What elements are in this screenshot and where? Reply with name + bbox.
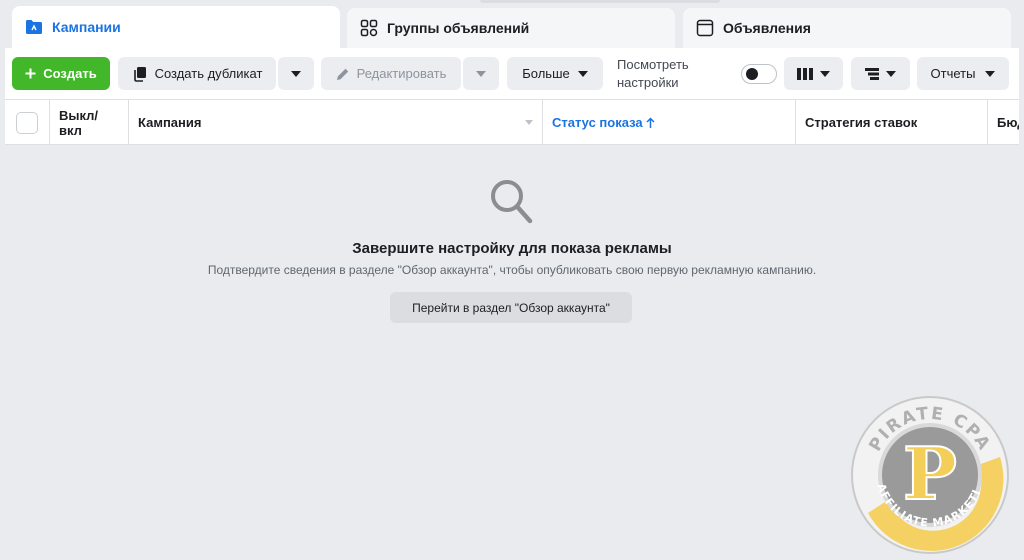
- columns-icon: [797, 67, 813, 80]
- duplicate-dropdown-button[interactable]: [278, 57, 314, 90]
- svg-text:P: P: [903, 431, 957, 516]
- duplicate-icon: [132, 66, 148, 82]
- toolbar: Создать Создать дубликат Редактировать Б…: [5, 48, 1019, 100]
- chevron-down-icon: [291, 70, 301, 77]
- grid-icon: [359, 18, 379, 38]
- view-settings-label: Посмотреть настройки: [617, 57, 689, 90]
- chevron-down-icon: [985, 70, 996, 77]
- tab-label: Группы объявлений: [387, 20, 530, 36]
- empty-state-description: Подтвердите сведения в разделе "Обзор ак…: [207, 263, 817, 277]
- edit-label: Редактировать: [356, 66, 447, 81]
- column-header-label: Бюд: [997, 115, 1019, 130]
- tab-label: Кампании: [52, 19, 121, 35]
- select-all-checkbox[interactable]: [16, 111, 38, 134]
- column-header-label: Стратегия ставок: [805, 115, 918, 130]
- empty-state-title: Завершите настройку для показа рекламы: [352, 240, 672, 257]
- column-header-label: Выкл/ вкл: [59, 107, 99, 138]
- chevron-down-icon: [577, 70, 588, 77]
- more-label: Больше: [522, 66, 570, 81]
- chevron-down-icon: [476, 70, 486, 77]
- toggle-knob: [746, 68, 758, 80]
- more-button[interactable]: Больше: [507, 57, 603, 90]
- plus-icon: [25, 68, 36, 79]
- chevron-down-icon: [886, 70, 896, 77]
- sort-caret-icon: [525, 120, 533, 125]
- tab-ad-sets[interactable]: Группы объявлений: [347, 8, 675, 48]
- select-all-cell: [5, 100, 50, 145]
- table-header: Выкл/ вкл Кампания Статус показа Стратег…: [5, 100, 1019, 145]
- column-header-campaign[interactable]: Кампания: [129, 100, 543, 145]
- pencil-icon: [336, 67, 350, 81]
- ad-window-icon: [695, 18, 715, 38]
- folder-icon: [24, 17, 44, 37]
- view-settings-toggle[interactable]: [741, 64, 777, 84]
- reports-label: Отчеты: [930, 66, 976, 81]
- tab-campaigns[interactable]: Кампании: [12, 6, 340, 48]
- account-overview-button[interactable]: Перейти в раздел "Обзор аккаунта": [390, 292, 632, 323]
- edit-button[interactable]: Редактировать: [321, 57, 461, 90]
- column-header-bid-strategy[interactable]: Стратегия ставок: [796, 100, 988, 145]
- column-header-delivery-status[interactable]: Статус показа: [543, 100, 796, 145]
- chevron-down-icon: [820, 70, 830, 77]
- create-button[interactable]: Создать: [12, 57, 110, 90]
- empty-state: [0, 178, 1024, 231]
- breakdown-button[interactable]: [851, 57, 910, 90]
- edit-dropdown-button[interactable]: [463, 57, 499, 90]
- search-icon: [489, 178, 535, 231]
- sort-ascending-icon: [646, 116, 655, 129]
- top-divider: [480, 0, 720, 3]
- column-header-label: Кампания: [138, 115, 202, 130]
- column-header-label: Статус показа: [552, 115, 643, 130]
- duplicate-label: Создать дубликат: [154, 66, 263, 81]
- column-header-toggle[interactable]: Выкл/ вкл: [50, 100, 129, 145]
- reports-button[interactable]: Отчеты: [917, 57, 1009, 90]
- breakdown-icon: [865, 67, 879, 80]
- level-tabs: Кампании Группы объявлений Объявления: [0, 0, 1024, 48]
- pirate-cpa-watermark-logo: P PIRATE CPA AFFILIATE MARKETING: [845, 385, 1010, 555]
- tab-label: Объявления: [723, 20, 811, 36]
- duplicate-button[interactable]: Создать дубликат: [118, 57, 276, 90]
- create-label: Создать: [43, 66, 97, 81]
- column-header-budget[interactable]: Бюд: [988, 100, 1019, 145]
- columns-button[interactable]: [784, 57, 843, 90]
- tab-ads[interactable]: Объявления: [683, 8, 1011, 48]
